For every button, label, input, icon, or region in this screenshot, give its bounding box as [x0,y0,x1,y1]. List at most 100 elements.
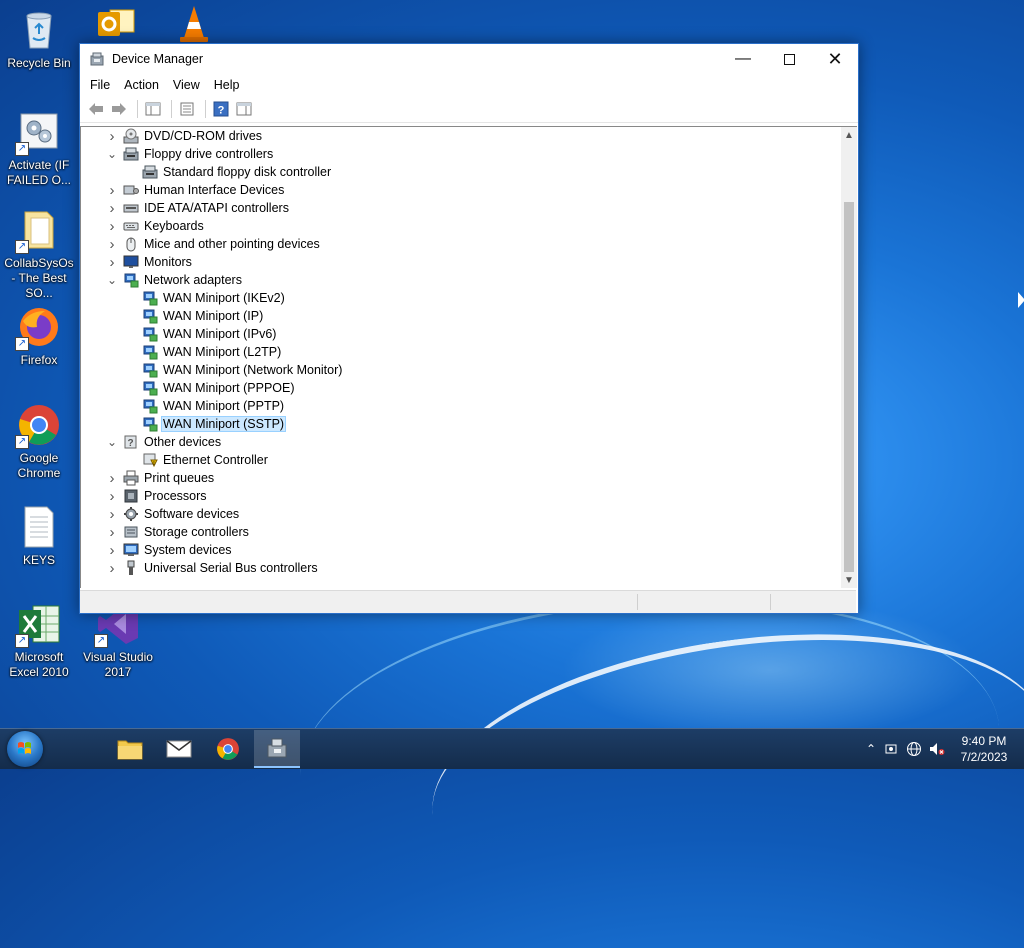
tree-category-floppy-drive-controllers[interactable]: ⌄ Floppy drive controllers [81,145,821,163]
scroll-up-button[interactable]: ▲ [841,127,857,143]
chevron-right-icon[interactable]: › [106,542,118,559]
chevron-right-icon[interactable]: › [106,218,118,235]
chevron-right-icon[interactable]: › [106,506,118,523]
tree-category-network-adapters[interactable]: ⌄ Network adapters [81,271,821,289]
tree-item-label: Floppy drive controllers [144,147,274,161]
network-globe-icon[interactable] [902,741,926,757]
tree-category-software-devices[interactable]: › Software devices [81,505,821,523]
tree-category-dvd-cd-rom-drives[interactable]: › DVD/CD-ROM drives [81,127,821,145]
taskbar-clock[interactable]: 9:40 PM 7/2/2023 [958,733,1010,765]
taskbar-device-manager[interactable] [254,730,300,768]
chevron-right-icon[interactable]: › [106,200,118,217]
desktop-icon-keys[interactable]: KEYS [1,505,77,568]
show-hidden-icons-chevron-icon[interactable]: ⌃ [862,742,880,756]
tree-device-wan-miniport-sstp[interactable]: WAN Miniport (SSTP) [81,415,821,433]
close-icon: ✕ [827,48,843,69]
scroll-down-button[interactable]: ▼ [841,572,857,588]
desktop-icon-collabsysos[interactable]: ↗ CollabSysOs - The Best SO... [1,208,77,301]
device-tree-pane[interactable]: › DVD/CD-ROM drives ⌄ Floppy drive controll… [80,126,857,588]
forward-button[interactable] [109,99,129,119]
device-tree[interactable]: › DVD/CD-ROM drives ⌄ Floppy drive controll… [81,127,841,588]
chevron-right-icon[interactable]: › [106,560,118,577]
network-icon [123,272,139,288]
volume-muted-icon[interactable] [926,742,948,756]
tree-category-print-queues[interactable]: › Print queues [81,469,821,487]
tree-category-mice-and-other-pointing-devices[interactable]: › Mice and other pointing devices [81,235,821,253]
tree-category-ide-ata-atapi-controllers[interactable]: › IDE ATA/ATAPI controllers [81,199,821,217]
taskbar: ⌃ 9:40 PM 7/2/2023 [0,728,1024,769]
menu-help[interactable]: Help [207,78,247,92]
folder-icon: ↗ [15,208,61,254]
tree-device-wan-miniport-pppoe[interactable]: WAN Miniport (PPPOE) [81,379,821,397]
tree-category-processors[interactable]: › Processors [81,487,821,505]
chevron-right-icon[interactable]: › [106,236,118,253]
help-button[interactable]: ? [211,99,231,119]
tree-device-ethernet-controller[interactable]: ! Ethernet Controller [81,451,821,469]
tree-device-wan-miniport-ikev2[interactable]: WAN Miniport (IKEv2) [81,289,821,307]
maximize-icon [783,53,795,65]
show-hide-console-tree-button[interactable] [143,99,163,119]
chevron-down-icon[interactable]: ⌄ [106,147,118,161]
chevron-right-icon[interactable]: › [106,470,118,487]
tree-category-human-interface-devices[interactable]: › Human Interface Devices [81,181,821,199]
scrollbar-thumb[interactable] [844,202,854,572]
device-manager-app-icon [89,51,105,67]
chevron-down-icon[interactable]: ⌄ [106,435,118,449]
desktop-icon-activate[interactable]: ↗ Activate (IF FAILED O... [1,110,77,188]
tree-device-wan-miniport-ipv6[interactable]: WAN Miniport (IPv6) [81,325,821,343]
desktop-icon-recycle-bin[interactable]: Recycle Bin [1,8,77,71]
desktop-icon-excel[interactable]: ↗ Microsoft Excel 2010 [1,602,77,680]
desktop-icon-google-chrome[interactable]: ↗ Google Chrome [1,403,77,481]
minimize-button[interactable]: — [720,44,766,74]
maximize-button[interactable] [766,44,812,74]
tree-device-wan-miniport-network-monitor[interactable]: WAN Miniport (Network Monitor) [81,361,821,379]
taskbar-mail[interactable] [156,730,202,768]
chevron-down-icon[interactable]: ⌄ [106,273,118,287]
chevron-right-icon[interactable]: › [106,524,118,541]
taskbar-file-explorer[interactable] [107,730,153,768]
tree-device-wan-miniport-pptp[interactable]: WAN Miniport (PPTP) [81,397,821,415]
desktop-icon-firefox[interactable]: ↗ Firefox [1,305,77,368]
tree-category-other-devices[interactable]: ⌄? Other devices [81,433,821,451]
shortcut-arrow-icon: ↗ [15,634,29,648]
start-button[interactable] [7,731,43,767]
chevron-right-icon[interactable]: › [106,254,118,271]
vlc-cone-icon [172,4,216,48]
warning-device-icon: ! [142,452,158,468]
menu-view[interactable]: View [166,78,207,92]
tree-device-standard-floppy-disk-controller[interactable]: Standard floppy disk controller [81,163,821,181]
meet-now-icon[interactable] [880,742,902,756]
taskbar-chrome[interactable] [205,730,251,768]
menu-file[interactable]: File [83,78,117,92]
back-button[interactable] [86,99,106,119]
tree-item-label: DVD/CD-ROM drives [144,129,263,143]
system-icon [123,542,139,558]
chevron-right-icon[interactable]: › [106,182,118,199]
close-button[interactable]: ✕ [812,44,858,74]
properties-button[interactable] [177,99,197,119]
tree-category-system-devices[interactable]: › System devices [81,541,821,559]
vertical-scrollbar[interactable]: ▲ ▼ [841,127,857,588]
tree-item-label: Mice and other pointing devices [144,237,320,251]
tree-category-universal-serial-bus-controllers[interactable]: › Universal Serial Bus controllers [81,559,821,577]
tree-category-monitors[interactable]: › Monitors [81,253,821,271]
tree-device-wan-miniport-l2tp[interactable]: WAN Miniport (L2TP) [81,343,821,361]
desktop-icon-label: Microsoft Excel 2010 [9,650,69,679]
action-pane-button[interactable] [234,99,254,119]
chevron-right-icon[interactable]: › [106,128,118,145]
hid-icon [123,182,139,198]
device-manager-window[interactable]: Device Manager — ✕ File Action View Help… [79,43,859,614]
chevron-right-icon[interactable]: › [106,488,118,505]
tree-device-wan-miniport-ip[interactable]: WAN Miniport (IP) [81,307,821,325]
tree-item-label: System devices [144,543,232,557]
text-document-icon [17,505,61,549]
tree-category-storage-controllers[interactable]: › Storage controllers [81,523,821,541]
desktop-icon-label: Firefox [20,353,58,367]
system-tray: ⌃ [862,729,948,769]
tree-category-keyboards[interactable]: › Keyboards [81,217,821,235]
toolbar-separator [205,100,206,118]
desktop-icon-label: Google Chrome [17,451,61,480]
mouse-icon [123,236,139,252]
menu-action[interactable]: Action [117,78,166,92]
title-bar[interactable]: Device Manager — ✕ [80,44,858,74]
